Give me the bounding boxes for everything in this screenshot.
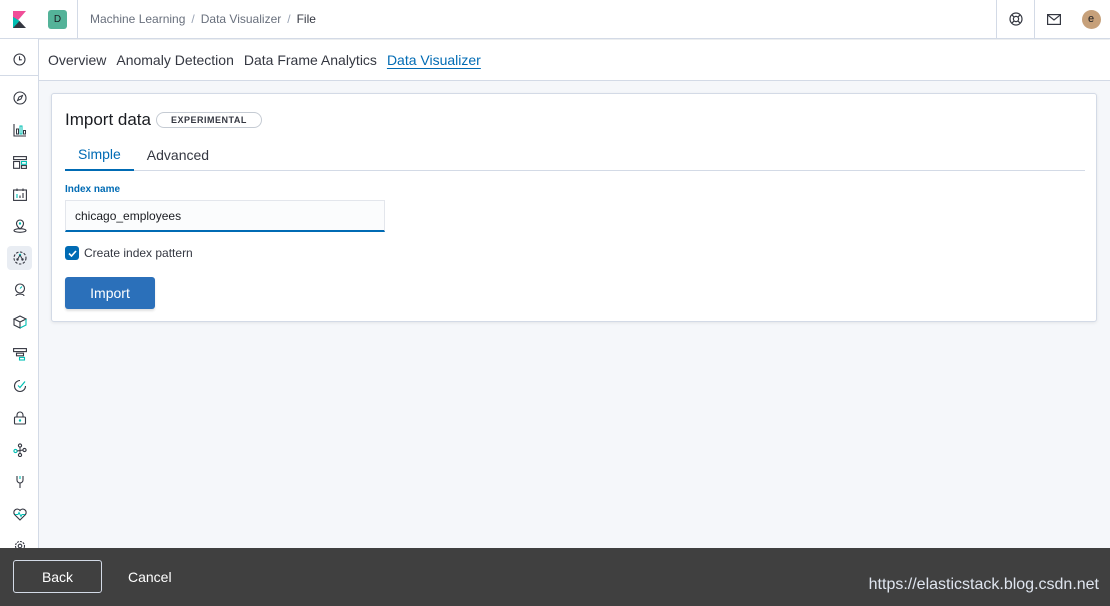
management-gear-icon[interactable] — [0, 533, 38, 548]
newsfeed-button[interactable] — [1034, 0, 1072, 39]
tab-overview[interactable]: Overview — [48, 40, 106, 81]
create-index-pattern-label[interactable]: Create index pattern — [84, 246, 193, 260]
create-index-pattern-checkbox[interactable] — [65, 246, 79, 260]
space-selector[interactable]: D — [38, 0, 78, 39]
cancel-button[interactable]: Cancel — [128, 560, 172, 593]
space-avatar[interactable]: D — [48, 9, 67, 29]
dashboard-icon[interactable] — [0, 149, 38, 175]
tab-anomaly-detection[interactable]: Anomaly Detection — [116, 40, 234, 81]
top-header: D Machine Learning / Data Visualizer / F… — [0, 0, 1110, 39]
create-index-pattern-row: Create index pattern — [65, 246, 193, 260]
ml-tabs: Overview Anomaly Detection Data Frame An… — [39, 40, 1110, 81]
breadcrumb-file: File — [296, 12, 316, 26]
breadcrumb-machine-learning[interactable]: Machine Learning — [90, 12, 185, 26]
tab-data-frame-analytics[interactable]: Data Frame Analytics — [244, 40, 377, 81]
tab-data-visualizer[interactable]: Data Visualizer — [387, 40, 481, 81]
maps-icon[interactable] — [0, 213, 38, 239]
tab-advanced[interactable]: Advanced — [134, 138, 222, 171]
user-menu-button[interactable]: e — [1072, 0, 1110, 39]
siem-icon[interactable] — [0, 405, 38, 431]
help-lifebuoy-icon — [1008, 12, 1023, 26]
breadcrumb-separator: / — [191, 12, 195, 26]
breadcrumb: Machine Learning / Data Visualizer / Fil… — [78, 12, 316, 26]
import-button[interactable]: Import — [65, 277, 155, 309]
avatar[interactable]: e — [1081, 9, 1101, 29]
page-title: Import data — [65, 110, 151, 129]
visualize-chart-icon[interactable] — [0, 117, 38, 143]
index-name-input[interactable]: chicago_employees — [65, 200, 385, 232]
dev-tools-icon[interactable] — [0, 469, 38, 495]
import-data-panel: Import data EXPERIMENTAL Simple Advanced… — [51, 93, 1097, 322]
experimental-badge: EXPERIMENTAL — [156, 112, 262, 128]
logs-icon[interactable] — [0, 309, 38, 335]
help-button[interactable] — [996, 0, 1034, 39]
canvas-icon[interactable] — [0, 181, 38, 207]
metrics-icon[interactable] — [0, 277, 38, 303]
tab-simple[interactable]: Simple — [65, 138, 134, 171]
recently-viewed-clock-icon[interactable] — [0, 46, 38, 72]
newsfeed-mail-icon — [1046, 13, 1061, 25]
side-nav — [0, 39, 39, 548]
apm-icon[interactable] — [0, 341, 38, 367]
index-name-label: Index name — [65, 184, 121, 195]
checkmark-icon — [67, 249, 77, 257]
graph-icon[interactable] — [0, 437, 38, 463]
kibana-logo-icon[interactable] — [0, 0, 38, 39]
watermark: https://elasticstack.blog.csdn.net — [868, 576, 1099, 593]
uptime-icon[interactable] — [0, 373, 38, 399]
breadcrumb-data-visualizer[interactable]: Data Visualizer — [201, 12, 281, 26]
import-tabs: Simple Advanced — [65, 138, 1085, 171]
breadcrumb-separator: / — [287, 12, 291, 26]
back-button[interactable]: Back — [13, 560, 102, 593]
nav-divider — [0, 75, 38, 76]
bottom-bar: Back Cancel https://elasticstack.blog.cs… — [0, 548, 1110, 606]
discover-compass-icon[interactable] — [0, 85, 38, 111]
machine-learning-icon[interactable] — [0, 245, 38, 271]
monitoring-icon[interactable] — [0, 501, 38, 527]
